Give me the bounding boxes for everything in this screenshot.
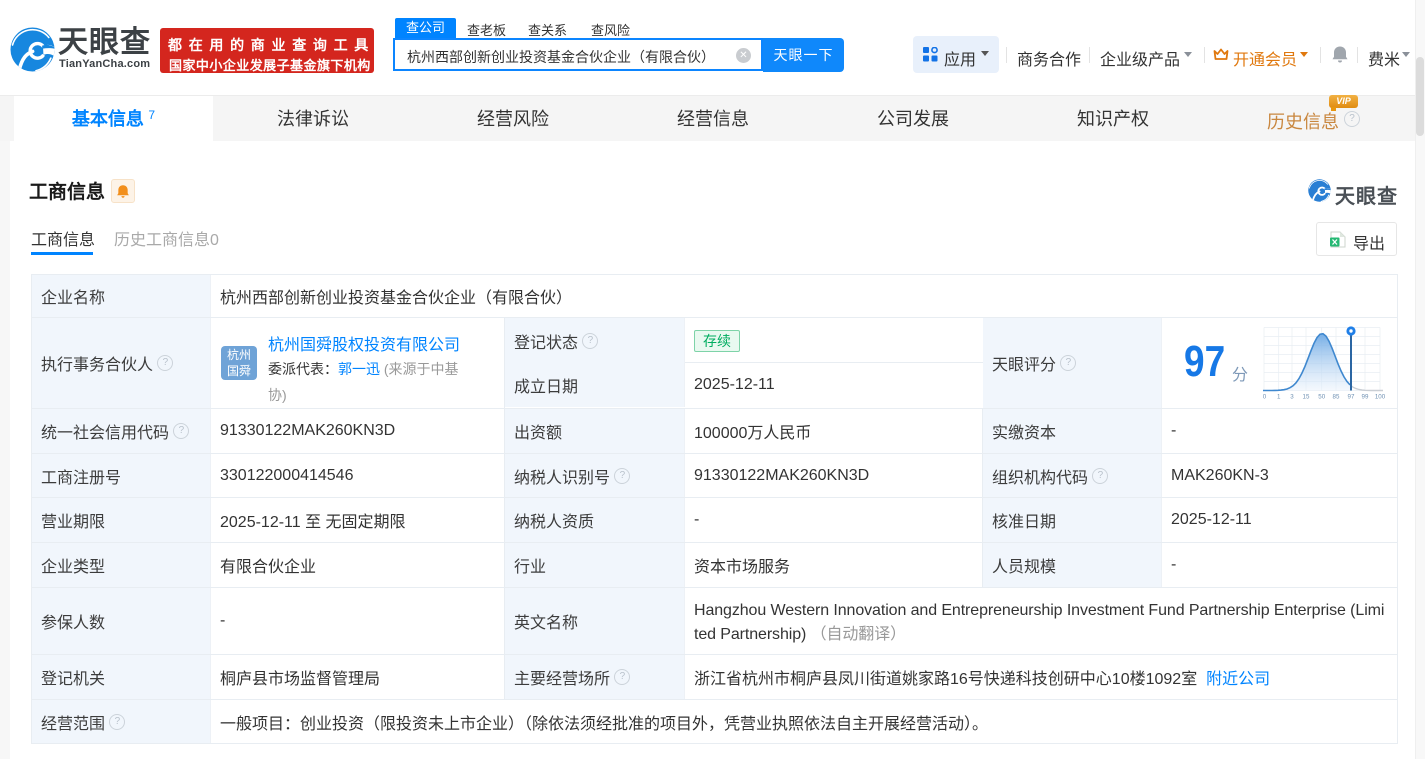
svg-text:3: 3 (1290, 394, 1294, 401)
svg-text:99: 99 (1362, 394, 1369, 401)
svg-text:85: 85 (1333, 394, 1340, 401)
svg-text:1: 1 (1277, 394, 1281, 401)
svg-text:0: 0 (1263, 394, 1267, 401)
svg-text:50: 50 (1318, 394, 1325, 401)
svg-text:97: 97 (1348, 394, 1355, 401)
svg-text:15: 15 (1303, 394, 1310, 401)
svg-text:100: 100 (1375, 394, 1385, 401)
